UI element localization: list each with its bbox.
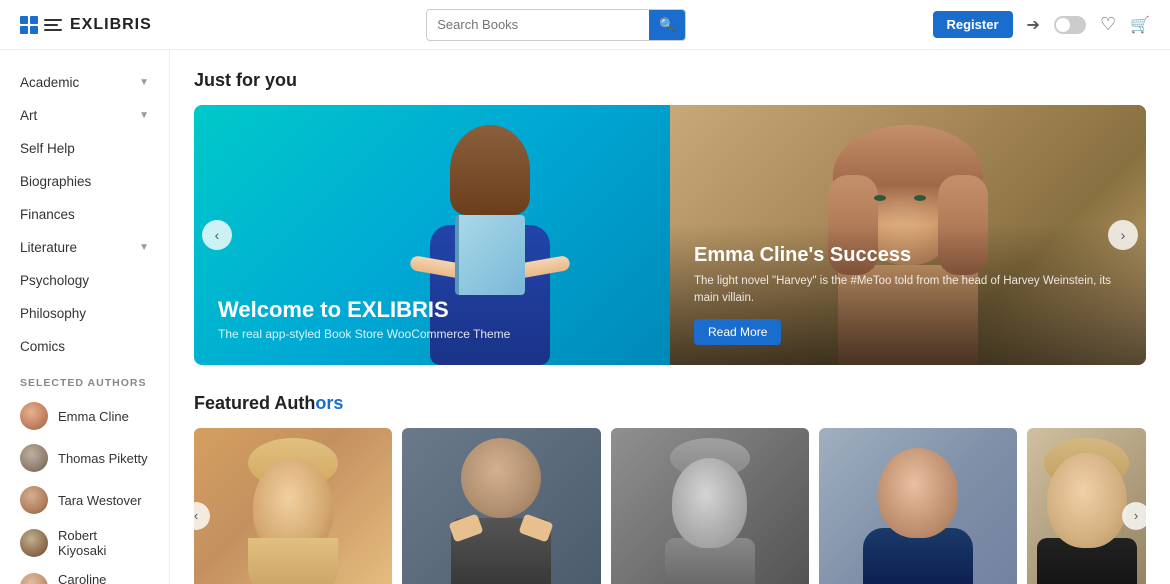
featured-authors-section: Featured Authors ‹ [194,393,1146,584]
hero-carousel: ‹ [194,105,1146,365]
hero-left-panel: Welcome to EXLIBRIS The real app-styled … [194,105,670,365]
nav-label-finances: Finances [20,207,75,222]
nav-item-art[interactable]: Art ▼ [0,99,169,132]
logo-text: EXLIBRIS [70,16,152,34]
author-item-robert-kiyosaki[interactable]: Robert Kiyosaki [0,521,169,565]
nav-item-philosophy[interactable]: Philosophy [0,297,169,330]
author-avatar-emma-cline [20,402,48,430]
theme-toggle[interactable] [1054,16,1086,34]
author-name-caroline-kepnes: Caroline Kepnes [58,572,149,584]
just-for-you-title: Just for you [194,70,1146,91]
author-avatar-tara-westover [20,486,48,514]
nav-label-philosophy: Philosophy [20,306,86,321]
nav-label-comics: Comics [20,339,65,354]
hero-left-subtitle: The real app-styled Book Store WooCommer… [218,327,510,341]
author-item-caroline-kepnes[interactable]: Caroline Kepnes [0,565,169,584]
login-icon[interactable]: ➔ [1027,15,1040,35]
hero-right-description: The light novel "Harvey" is the #MeToo t… [694,273,1122,308]
authors-prev-button[interactable]: ‹ [182,502,210,530]
header: EXLIBRIS 🔍 Register ➔ ♡ 🛒 [0,0,1170,50]
author-card-4[interactable] [819,428,1017,584]
author-item-tara-westover[interactable]: Tara Westover [0,479,169,521]
nav-label-academic: Academic [20,75,79,90]
author-name-emma-cline: Emma Cline [58,409,129,424]
selected-authors-section-label: SELECTED AUTHORS [0,363,169,395]
hero-left-title: Welcome to EXLIBRIS [218,297,510,323]
main-layout: Academic ▼ Art ▼ Self Help Biographies F… [0,0,1170,584]
read-more-button[interactable]: Read More [694,319,781,345]
carousel-prev-button[interactable]: ‹ [202,220,232,250]
author-avatar-caroline-kepnes [20,573,48,584]
author-card-1[interactable] [194,428,392,584]
author-item-thomas-piketty[interactable]: Thomas Piketty [0,437,169,479]
search-box: 🔍 [426,9,686,41]
chevron-down-icon: ▼ [139,77,149,88]
nav-item-biographies[interactable]: Biographies [0,165,169,198]
hero-right-title: Emma Cline's Success [694,244,1122,267]
header-search: 🔍 [180,9,933,41]
search-icon: 🔍 [659,17,675,32]
main-content: Just for you ‹ [170,50,1170,584]
featured-authors-title-accent: ors [315,393,343,413]
author-name-robert-kiyosaki: Robert Kiyosaki [58,528,149,558]
nav-item-psychology[interactable]: Psychology [0,264,169,297]
author-card-2[interactable] [402,428,600,584]
author-name-tara-westover: Tara Westover [58,493,142,508]
author-item-emma-cline[interactable]: Emma Cline [0,395,169,437]
nav-label-self-help: Self Help [20,141,75,156]
cart-icon[interactable]: 🛒 [1130,15,1150,35]
nav-label-psychology: Psychology [20,273,89,288]
menu-lines-icon [44,19,62,31]
authors-next-button[interactable]: › [1122,502,1150,530]
search-input[interactable] [427,11,649,38]
wishlist-icon[interactable]: ♡ [1100,14,1116,35]
nav-item-academic[interactable]: Academic ▼ [0,66,169,99]
hero-left-text: Welcome to EXLIBRIS The real app-styled … [218,297,510,341]
authors-grid [194,428,1146,584]
chevron-down-icon: ▼ [139,242,149,253]
author-name-thomas-piketty: Thomas Piketty [58,451,148,466]
search-button[interactable]: 🔍 [649,10,685,40]
grid-icon [20,16,38,34]
author-card-3[interactable] [611,428,809,584]
nav-item-comics[interactable]: Comics [0,330,169,363]
logo-area: EXLIBRIS [20,16,180,34]
nav-item-literature[interactable]: Literature ▼ [0,231,169,264]
chevron-down-icon: ▼ [139,110,149,121]
nav-label-biographies: Biographies [20,174,91,189]
author-avatar-robert-kiyosaki [20,529,48,557]
nav-item-finances[interactable]: Finances [0,198,169,231]
author-avatar-thomas-piketty [20,444,48,472]
carousel-next-button[interactable]: › [1108,220,1138,250]
authors-carousel-wrapper: ‹ [194,428,1146,584]
featured-authors-title: Featured Authors [194,393,1146,414]
sidebar: Academic ▼ Art ▼ Self Help Biographies F… [0,50,170,584]
register-button[interactable]: Register [933,11,1013,38]
nav-item-self-help[interactable]: Self Help [0,132,169,165]
hero-right-panel: Emma Cline's Success The light novel "Ha… [670,105,1146,365]
nav-label-literature: Literature [20,240,77,255]
nav-label-art: Art [20,108,37,123]
header-actions: Register ➔ ♡ 🛒 [933,11,1151,38]
hero-right-overlay: Emma Cline's Success The light novel "Ha… [670,224,1146,366]
